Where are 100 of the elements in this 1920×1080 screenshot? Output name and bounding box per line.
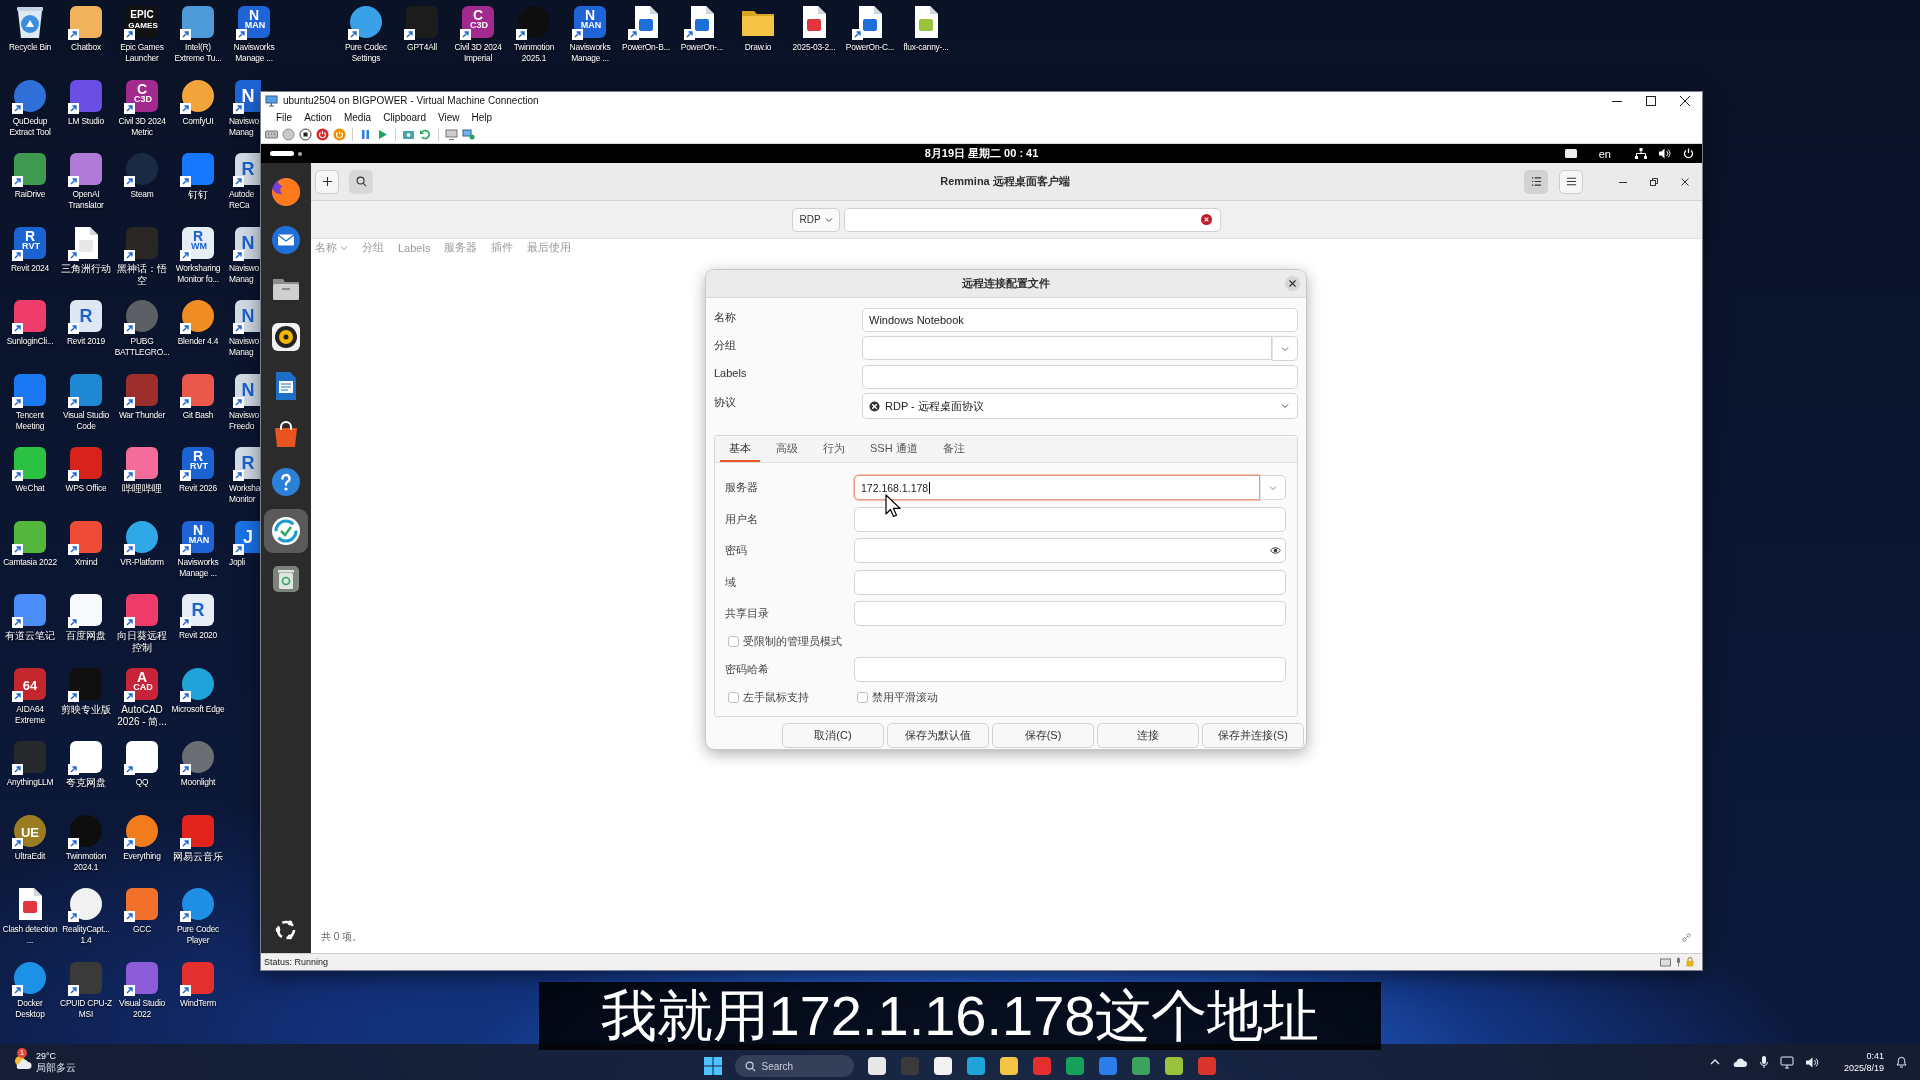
desktop-shortcut[interactable]: 黑神话：悟空: [114, 220, 170, 294]
clock-date[interactable]: 2025/8/19: [1843, 1062, 1884, 1074]
desktop-shortcut[interactable]: 网易云音乐: [170, 808, 226, 882]
desktop-shortcut[interactable]: R Revit 2020: [170, 588, 226, 662]
checkbox-label[interactable]: 受限制的管理员模式: [743, 634, 842, 649]
checkbox-label[interactable]: 禁用平滑滚动: [872, 690, 938, 705]
tab[interactable]: 高级: [767, 436, 807, 462]
desktop-shortcut[interactable]: A CAD AutoCAD 2026 - 简...: [114, 661, 170, 735]
desktop-shortcut[interactable]: Camtasia 2022: [2, 514, 58, 588]
desktop-shortcut[interactable]: Microsoft Edge: [170, 661, 226, 735]
desktop-shortcut[interactable]: 夸克网盘: [58, 735, 114, 809]
desktop-shortcut[interactable]: GPT4All: [394, 0, 450, 74]
undo-icon[interactable]: [419, 127, 432, 141]
close-button[interactable]: [1285, 276, 1300, 291]
dropdown-field[interactable]: RDP - 远程桌面协议: [862, 393, 1298, 419]
desktop-shortcut[interactable]: Recycle Bin: [2, 0, 58, 74]
text-field[interactable]: [862, 336, 1272, 360]
tab[interactable]: 基本: [720, 436, 760, 462]
desktop-shortcut[interactable]: 哔哩哔哩: [114, 441, 170, 515]
desktop-shortcut[interactable]: GCC: [114, 882, 170, 956]
monitor-icon[interactable]: [462, 127, 475, 141]
search-button[interactable]: [349, 169, 373, 194]
tab[interactable]: 备注: [933, 436, 974, 462]
desktop-shortcut[interactable]: VR-Platform: [114, 514, 170, 588]
tab[interactable]: SSH 通道: [861, 436, 927, 462]
desktop-shortcut[interactable]: PowerOn-...: [674, 0, 730, 74]
link-icon[interactable]: [1681, 931, 1692, 943]
desktop-shortcut[interactable]: RealityCapt... 1.4: [58, 882, 114, 956]
desktop-shortcut[interactable]: Pure Codec Player: [170, 882, 226, 956]
menu-item[interactable]: Action: [298, 109, 338, 125]
desktop-shortcut[interactable]: Tencent Meeting: [2, 367, 58, 441]
eye-icon[interactable]: [1270, 546, 1281, 555]
tab[interactable]: 行为: [814, 436, 854, 462]
keyboard-icon[interactable]: [1564, 149, 1577, 158]
desktop-shortcut[interactable]: Twinmotion 2024.1: [58, 808, 114, 882]
desktop-shortcut[interactable]: 64 AIDA64 Extreme: [2, 661, 58, 735]
desktop-shortcut[interactable]: PowerOn-C...: [842, 0, 898, 74]
volume-icon[interactable]: [1659, 148, 1671, 159]
password-field[interactable]: [854, 538, 1286, 563]
desktop-shortcut[interactable]: War Thunder: [114, 367, 170, 441]
desktop-shortcut[interactable]: Visual Studio Code: [58, 367, 114, 441]
volume-icon[interactable]: [1804, 1055, 1819, 1069]
desktop-shortcut[interactable]: CPUID CPU-Z MSI: [58, 955, 114, 1029]
desktop-shortcut[interactable]: 向日葵远程控制: [114, 588, 170, 662]
desktop-shortcut[interactable]: PowerOn-B...: [618, 0, 674, 74]
start-icon[interactable]: [703, 1057, 722, 1075]
desktop-shortcut[interactable]: C C3D Civil 3D 2024 Metric: [114, 73, 170, 147]
desktop-shortcut[interactable]: LM Studio: [58, 73, 114, 147]
checkbox[interactable]: [857, 692, 868, 703]
desktop-shortcut[interactable]: WindTerm: [170, 955, 226, 1029]
desktop-shortcut[interactable]: 百度网盘: [58, 588, 114, 662]
text-field[interactable]: Windows Notebook: [862, 308, 1298, 332]
desktop-shortcut[interactable]: 有道云笔记: [2, 588, 58, 662]
desktop-shortcut[interactable]: OpenAI Translator: [58, 147, 114, 221]
desktop-shortcut[interactable]: 三角洲行动: [58, 220, 114, 294]
desktop-shortcut[interactable]: Moonlight: [170, 735, 226, 809]
text-field[interactable]: [854, 657, 1286, 682]
top-bar-clock[interactable]: 8月19日 星期二 00 : 41: [924, 146, 1039, 161]
bell-icon[interactable]: [1895, 1055, 1908, 1069]
checkbox[interactable]: [728, 692, 739, 703]
search-field[interactable]: [844, 207, 1221, 232]
save-connect-button[interactable]: 保存并连接(S): [1202, 723, 1304, 748]
desktop-shortcut[interactable]: SunloginCli...: [2, 294, 58, 368]
desktop-shortcut[interactable]: N MAN Navisworks Manage ...: [170, 514, 226, 588]
desktop-shortcut[interactable]: Intel(R) Extreme Tu...: [170, 0, 226, 74]
text-field[interactable]: [854, 506, 1286, 532]
menu-item[interactable]: Clipboard: [377, 109, 432, 125]
desktop-shortcut[interactable]: C C3D Civil 3D 2024 Imperial: [450, 0, 506, 74]
desktop-shortcut[interactable]: Chatbox: [58, 0, 114, 74]
taskbar-app-icon[interactable]: [932, 1056, 953, 1076]
desktop-shortcut[interactable]: RaiDrive: [2, 147, 58, 221]
desktop-shortcut[interactable]: WPS Office: [58, 441, 114, 515]
cloud-icon[interactable]: [1731, 1056, 1748, 1068]
list-view-button[interactable]: [1524, 169, 1548, 194]
cancel-button[interactable]: 取消(C): [782, 723, 884, 748]
desktop-shortcut[interactable]: QuDedup Extract Tool: [2, 73, 58, 147]
desktop-shortcut[interactable]: 钉钉: [170, 147, 226, 221]
taskbar-app-icon[interactable]: [998, 1056, 1019, 1076]
desktop-shortcut[interactable]: ComfyUI: [170, 73, 226, 147]
workspace-indicator[interactable]: [270, 149, 302, 158]
monitor-icon[interactable]: [1779, 1055, 1794, 1069]
clear-icon[interactable]: [1201, 214, 1212, 225]
desktop-shortcut[interactable]: R Revit 2019: [58, 294, 114, 368]
desktop-shortcut[interactable]: Clash detection ...: [2, 882, 58, 956]
desktop-shortcut[interactable]: 剪映专业版: [58, 661, 114, 735]
desktop-shortcut[interactable]: EPIC GAMES Epic Games Launcher: [114, 0, 170, 74]
menu-item[interactable]: Help: [465, 109, 499, 125]
desktop-shortcut[interactable]: Blender 4.4: [170, 294, 226, 368]
save-button[interactable]: 保存(S): [992, 723, 1094, 748]
save-default-button[interactable]: 保存为默认值: [887, 723, 989, 748]
taskbar-app-icon[interactable]: [1163, 1056, 1184, 1076]
stop-icon[interactable]: [299, 127, 312, 141]
text-field[interactable]: 172.168.1.178: [854, 475, 1260, 500]
desktop-shortcut[interactable]: Draw.io: [730, 0, 786, 74]
desktop-shortcut[interactable]: N MAN Navisworks Manage ...: [226, 0, 282, 74]
play-icon[interactable]: [376, 127, 389, 141]
desktop-shortcut[interactable]: AnythingLLM: [2, 735, 58, 809]
desktop-shortcut[interactable]: Git Bash: [170, 367, 226, 441]
desktop-shortcut[interactable]: 2025-03-2...: [786, 0, 842, 74]
desktop-shortcut[interactable]: QQ: [114, 735, 170, 809]
